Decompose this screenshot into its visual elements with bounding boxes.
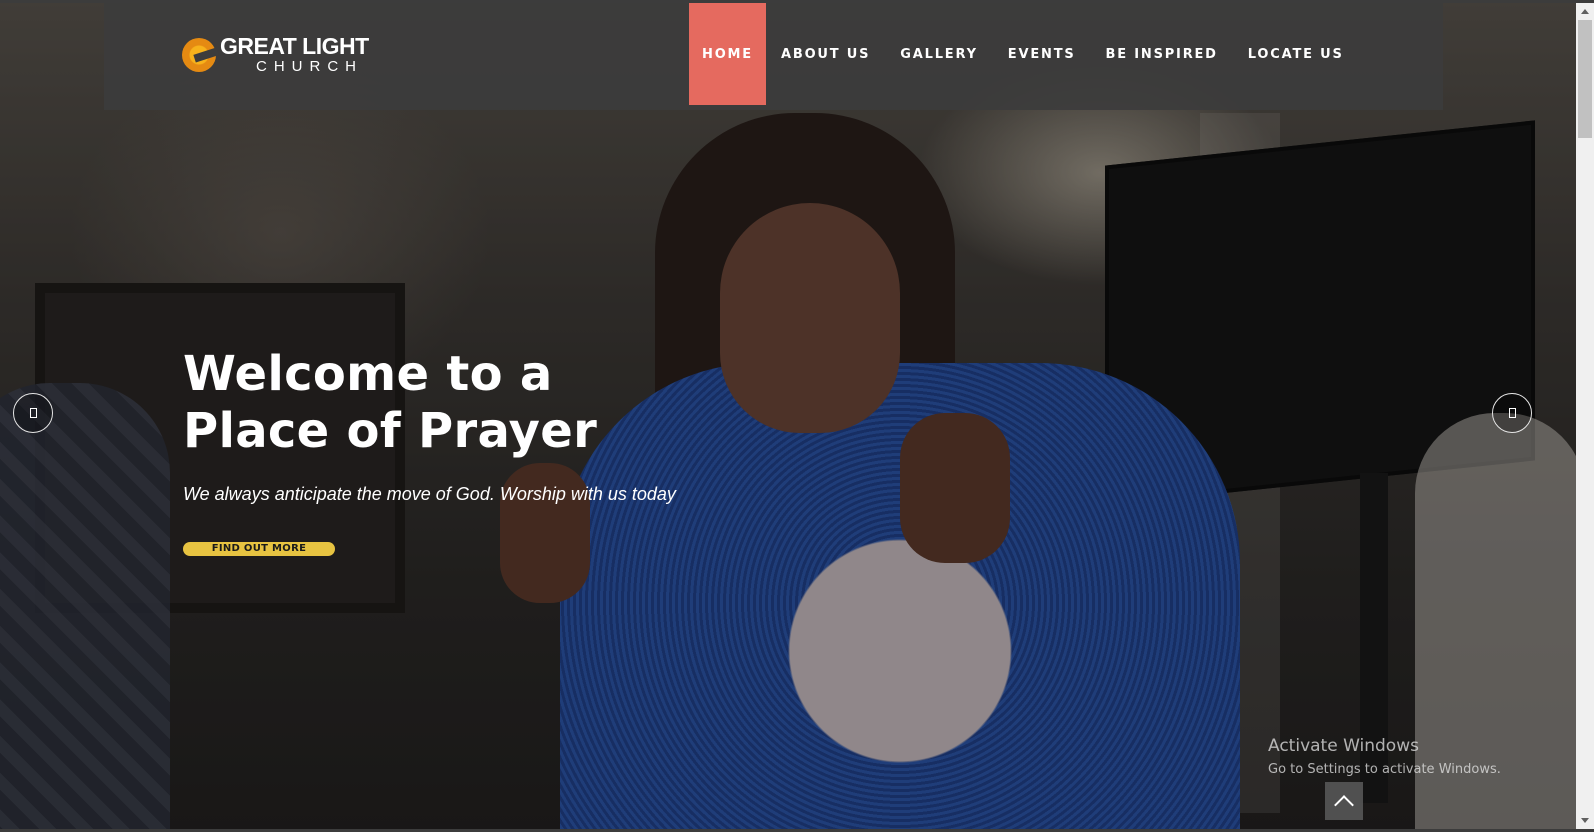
slider-next-button[interactable] bbox=[1492, 393, 1532, 433]
watermark-title: Activate Windows bbox=[1268, 736, 1419, 756]
hero-title-line1: Welcome to a bbox=[183, 346, 553, 402]
main-nav: HOME ABOUT US GALLERY EVENTS BE INSPIRED… bbox=[689, 3, 1359, 105]
hero-title: Welcome to a Place of Prayer bbox=[183, 346, 703, 460]
hero-slider: Welcome to a Place of Prayer We always a… bbox=[0, 3, 1576, 829]
back-to-top-button[interactable] bbox=[1325, 782, 1363, 820]
nav-item-gallery[interactable]: GALLERY bbox=[885, 3, 993, 105]
scroll-down-button[interactable] bbox=[1576, 812, 1594, 829]
logo-name-line1: GREAT LIGHT bbox=[220, 33, 369, 59]
scrollbar-thumb[interactable] bbox=[1578, 20, 1592, 138]
slider-prev-button[interactable] bbox=[13, 393, 53, 433]
logo-wordmark: GREAT LIGHT CHURCH bbox=[220, 33, 369, 75]
chevron-up-icon bbox=[1334, 795, 1354, 815]
nav-item-home[interactable]: HOME bbox=[689, 3, 766, 105]
nav-item-be-inspired[interactable]: BE INSPIRED bbox=[1091, 3, 1233, 105]
nav-item-about-us[interactable]: ABOUT US bbox=[766, 3, 885, 105]
scroll-up-button[interactable] bbox=[1576, 3, 1594, 20]
sunburst-logo-icon bbox=[182, 37, 216, 72]
site-header: GREAT LIGHT CHURCH HOME ABOUT US GALLERY… bbox=[104, 3, 1443, 110]
activate-windows-watermark: Activate Windows Go to Settings to activ… bbox=[1268, 736, 1501, 777]
site-logo[interactable]: GREAT LIGHT CHURCH bbox=[182, 35, 369, 74]
nav-item-events[interactable]: EVENTS bbox=[993, 3, 1091, 105]
scroll-down-arrow-icon bbox=[1581, 818, 1589, 823]
slider-prev-icon bbox=[29, 408, 37, 418]
find-out-more-button[interactable]: FIND OUT MORE bbox=[183, 542, 335, 556]
logo-name-line2: CHURCH bbox=[256, 58, 363, 75]
scroll-up-arrow-icon bbox=[1581, 9, 1589, 14]
vertical-scrollbar[interactable] bbox=[1576, 3, 1594, 829]
hero-title-line2: Place of Prayer bbox=[183, 403, 598, 459]
watermark-subtitle: Go to Settings to activate Windows. bbox=[1268, 762, 1501, 777]
slider-next-icon bbox=[1508, 408, 1516, 418]
hero-subtitle: We always anticipate the move of God. Wo… bbox=[183, 484, 676, 504]
nav-item-locate-us[interactable]: LOCATE US bbox=[1233, 3, 1359, 105]
